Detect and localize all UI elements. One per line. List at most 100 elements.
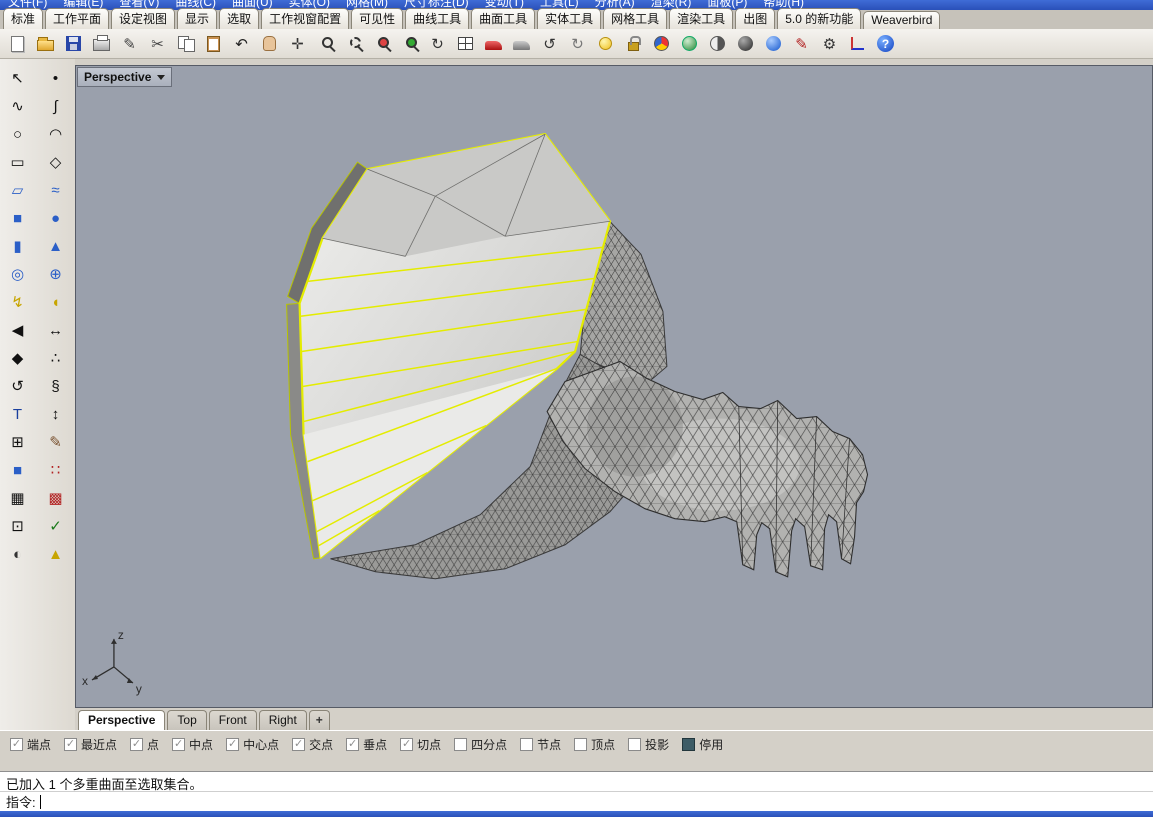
ghosted-display-button[interactable] <box>761 31 786 56</box>
render-button[interactable] <box>649 31 674 56</box>
osnap-vertex-checkbox[interactable] <box>574 738 587 751</box>
cplane-button[interactable] <box>845 31 870 56</box>
sidebar-tool-curve[interactable]: ∿ <box>4 95 32 117</box>
open-file-button[interactable] <box>33 31 58 56</box>
pan-button[interactable] <box>257 31 282 56</box>
sidebar-tool-hatch[interactable]: ▩ <box>42 487 70 509</box>
marker-pen-button[interactable]: ✎ <box>789 31 814 56</box>
sidebar-tool-solid-cube[interactable]: ■ <box>4 459 32 481</box>
sidebar-tool-grid[interactable]: ▦ <box>4 487 32 509</box>
tab-select[interactable]: 选取 <box>219 8 259 29</box>
osnap-tangent-checkbox[interactable]: ✓ <box>400 738 413 751</box>
osnap-mid[interactable]: ✓中点 <box>172 736 213 753</box>
tab-display[interactable]: 显示 <box>177 8 217 29</box>
osnap-vertex[interactable]: 顶点 <box>574 736 615 753</box>
viewport-tab-perspective[interactable]: Perspective <box>78 710 165 730</box>
mesh-hand[interactable] <box>547 361 867 576</box>
osnap-center-checkbox[interactable]: ✓ <box>226 738 239 751</box>
sidebar-tool-loft[interactable]: ≈ <box>42 179 70 201</box>
osnap-mid-checkbox[interactable]: ✓ <box>172 738 185 751</box>
osnap-point-checkbox[interactable]: ✓ <box>130 738 143 751</box>
lamp-button[interactable] <box>593 31 618 56</box>
sidebar-tool-cylinder[interactable]: ▮ <box>4 235 32 257</box>
osnap-intersection-checkbox[interactable]: ✓ <box>292 738 305 751</box>
sidebar-tool-check[interactable]: ✓ <box>42 515 70 537</box>
sidebar-tool-rectangle[interactable]: ▭ <box>4 151 32 173</box>
osnap-center[interactable]: ✓中心点 <box>226 736 279 753</box>
viewport-tab-top[interactable]: Top <box>167 710 206 730</box>
sidebar-tool-point[interactable]: • <box>42 67 70 89</box>
sidebar-tool-cone-yellow[interactable]: ▲ <box>42 543 70 565</box>
tab-render-tools[interactable]: 渲染工具 <box>669 8 733 29</box>
osnap-knot[interactable]: 节点 <box>520 736 561 753</box>
menu-mesh[interactable]: 网格(M) <box>346 0 388 3</box>
sidebar-tool-pointcloud[interactable]: ∴ <box>42 347 70 369</box>
sidebar-tool-fillet[interactable]: ◖ <box>42 291 70 313</box>
sidebar-tool-measure[interactable]: ↔ <box>42 319 70 341</box>
shade-button[interactable] <box>705 31 730 56</box>
menu-view[interactable]: 查看(V) <box>119 0 159 3</box>
restore-view-alt-button[interactable] <box>509 31 534 56</box>
menu-dimension[interactable]: 尺寸标注(D) <box>404 0 469 3</box>
tab-cplane[interactable]: 工作平面 <box>45 8 109 29</box>
properties-button[interactable]: ✎ <box>117 31 142 56</box>
viewport-menu-arrow-icon[interactable] <box>157 75 165 80</box>
sidebar-tool-lightning[interactable]: ↯ <box>4 291 32 313</box>
osnap-intersection[interactable]: ✓交点 <box>292 736 333 753</box>
shaded-display-button[interactable] <box>733 31 758 56</box>
sidebar-tool-block[interactable]: ⊞ <box>4 431 32 453</box>
viewport-canvas[interactable]: z x y <box>76 66 1152 707</box>
menu-edit[interactable]: 编辑(E) <box>63 0 103 3</box>
menu-help[interactable]: 帮助(H) <box>763 0 804 3</box>
tab-visibility[interactable]: 可见性 <box>351 8 403 29</box>
perspective-viewport[interactable]: Perspective <box>75 65 1153 708</box>
rotate-view-button[interactable]: ↻ <box>425 31 450 56</box>
osnap-disable[interactable]: 停用 <box>682 736 723 753</box>
sidebar-tool-boolean[interactable]: ⊕ <box>42 263 70 285</box>
osnap-disable-checkbox[interactable] <box>682 738 695 751</box>
render-preview-button[interactable] <box>677 31 702 56</box>
sidebar-tool-spiral[interactable]: § <box>42 375 70 397</box>
zoom-selected-button[interactable] <box>369 31 394 56</box>
sidebar-tool-shaded-sphere[interactable]: ◐ <box>4 543 32 565</box>
viewport-layout-button[interactable] <box>453 31 478 56</box>
osnap-project-checkbox[interactable] <box>628 738 641 751</box>
menu-analyze[interactable]: 分析(A) <box>595 0 635 3</box>
sidebar-tool-select[interactable]: ↖ <box>4 67 32 89</box>
sidebar-tool-dimension[interactable]: ↕ <box>42 403 70 425</box>
sidebar-tool-circle[interactable]: ○ <box>4 123 32 145</box>
tab-new-features[interactable]: 5.0 的新功能 <box>777 8 861 29</box>
osnap-perpendicular-checkbox[interactable]: ✓ <box>346 738 359 751</box>
tab-drafting[interactable]: 出图 <box>735 8 775 29</box>
menu-curve[interactable]: 曲线(C) <box>175 0 216 3</box>
sidebar-tool-surface[interactable]: ▱ <box>4 179 32 201</box>
sidebar-tool-cone[interactable]: ▲ <box>42 235 70 257</box>
menu-transform[interactable]: 变动(T) <box>485 0 524 3</box>
undo-button[interactable]: ↶ <box>229 31 254 56</box>
osnap-quadrant-checkbox[interactable] <box>454 738 467 751</box>
menu-tools[interactable]: 工具(L) <box>540 0 579 3</box>
tab-set-view[interactable]: 设定视图 <box>111 8 175 29</box>
sidebar-tool-fill[interactable]: ◆ <box>4 347 32 369</box>
osnap-near[interactable]: ✓最近点 <box>64 736 117 753</box>
save-button[interactable] <box>61 31 86 56</box>
osnap-project[interactable]: 投影 <box>628 736 669 753</box>
tab-weaverbird[interactable]: Weaverbird <box>863 11 940 29</box>
menu-render[interactable]: 渲染(R) <box>651 0 692 3</box>
tab-surface-tools[interactable]: 曲面工具 <box>471 8 535 29</box>
osnap-tangent[interactable]: ✓切点 <box>400 736 441 753</box>
menu-surface[interactable]: 曲面(U) <box>232 0 273 3</box>
paste-button[interactable] <box>201 31 226 56</box>
viewport-tab-add[interactable]: + <box>309 710 330 730</box>
help-button[interactable]: ? <box>873 31 898 56</box>
sidebar-tool-rotate[interactable]: ↺ <box>4 375 32 397</box>
options-button[interactable]: ⚙ <box>817 31 842 56</box>
new-file-button[interactable] <box>5 31 30 56</box>
restore-view-button[interactable] <box>481 31 506 56</box>
undo-view-button[interactable]: ↺ <box>537 31 562 56</box>
command-line[interactable]: 指令: <box>0 791 1153 811</box>
sidebar-tool-duplicate[interactable]: ⊡ <box>4 515 32 537</box>
zoom-window-button[interactable] <box>341 31 366 56</box>
zoom-dynamic-button[interactable] <box>313 31 338 56</box>
osnap-knot-checkbox[interactable] <box>520 738 533 751</box>
